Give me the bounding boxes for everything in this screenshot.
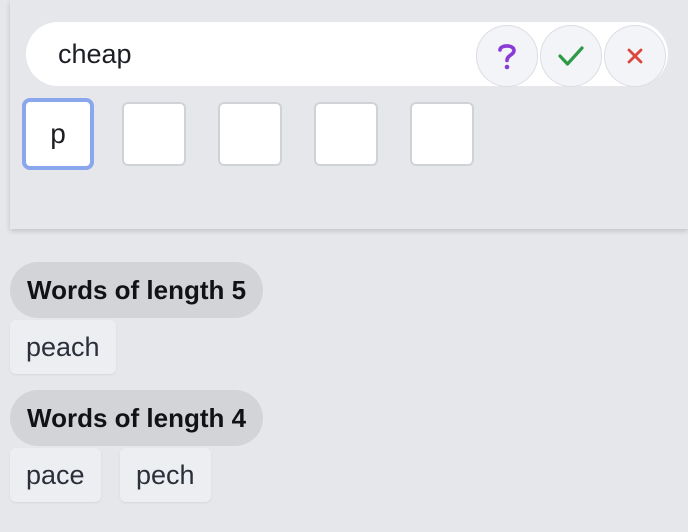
letter-box-4[interactable] xyxy=(314,102,378,166)
letter-box-1[interactable] xyxy=(22,98,94,170)
group-header-length-4: Words of length 4 xyxy=(10,390,264,446)
letter-box-2[interactable] xyxy=(122,102,186,166)
letter-box-3[interactable] xyxy=(218,102,282,166)
question-mark-icon xyxy=(498,44,516,70)
word-chip[interactable]: pech xyxy=(120,448,211,502)
cancel-button[interactable] xyxy=(604,25,666,87)
help-button[interactable] xyxy=(476,25,538,87)
search-input[interactable] xyxy=(58,34,468,74)
check-mark-icon xyxy=(558,46,584,66)
word-chip[interactable]: pace xyxy=(10,448,101,502)
x-mark-icon xyxy=(627,48,643,64)
letter-box-5[interactable] xyxy=(410,102,474,166)
group-header-length-5: Words of length 5 xyxy=(10,262,264,318)
confirm-button[interactable] xyxy=(540,25,602,87)
word-chip[interactable]: peach xyxy=(10,320,116,374)
